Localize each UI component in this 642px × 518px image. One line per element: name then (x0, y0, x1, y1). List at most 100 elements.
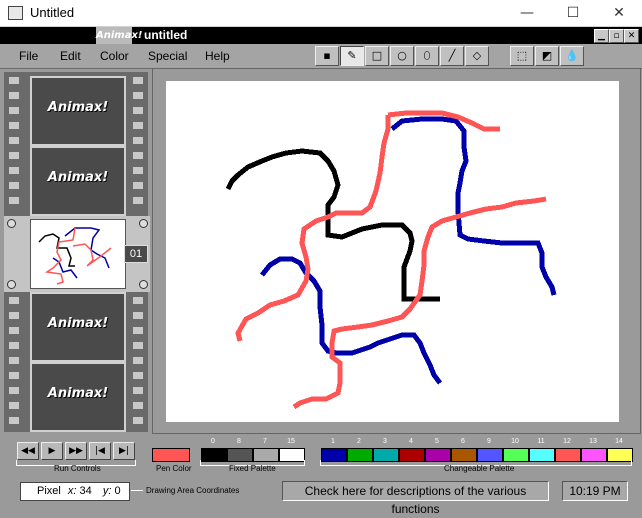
sprocket (133, 197, 143, 204)
step-back-button[interactable]: |◀ (89, 442, 111, 460)
minimize-button[interactable]: — (504, 0, 550, 26)
sprocket (133, 387, 143, 394)
sprocket (133, 107, 143, 114)
coord-y-value: 0 (114, 485, 121, 497)
changeable-palette-number: 14 (615, 438, 623, 445)
sprocket (133, 357, 143, 364)
changeable-palette-number: 6 (461, 438, 465, 445)
sprocket (9, 107, 19, 114)
fixed-palette-number: 0 (211, 438, 215, 445)
changeable-palette-number: 12 (563, 438, 571, 445)
red-stroke (292, 196, 547, 410)
sprocket (133, 327, 143, 334)
screw-icon (139, 219, 148, 228)
black-stroke (225, 148, 440, 302)
step-forward-button[interactable]: ▶| (113, 442, 135, 460)
frame-number: 01 (124, 245, 148, 263)
sprocket (133, 182, 143, 189)
fixed-palette-number: 15 (287, 438, 295, 445)
app-close-button[interactable]: ✕ (624, 29, 639, 43)
app-minimize-button[interactable]: ▁ (594, 29, 609, 43)
dot-tool-icon[interactable]: ▪ (315, 46, 339, 66)
screw-icon (139, 280, 148, 289)
drawing-canvas[interactable] (166, 81, 619, 422)
fill-bucket-tool-icon[interactable]: ◇ (465, 46, 489, 66)
blue-stroke (390, 116, 557, 296)
coord-x-label: x: (67, 485, 77, 497)
sprocket (133, 137, 143, 144)
document-name: untitled (144, 28, 188, 42)
app-restore-button[interactable]: ▫ (609, 29, 624, 43)
sprocket (9, 342, 19, 349)
sprocket (9, 417, 19, 424)
rewind-button[interactable]: ◀◀ (17, 442, 39, 460)
app-header: Animax! untitled (0, 27, 642, 44)
screw-icon (7, 280, 16, 289)
color-drop-tool-icon[interactable]: 💧 (560, 46, 584, 66)
circle-tool-icon[interactable]: ○ (390, 46, 414, 66)
film-frame[interactable]: Animax! (30, 76, 126, 146)
film-frame[interactable]: Animax! (30, 362, 126, 432)
current-frame-thumbnail[interactable] (30, 219, 126, 289)
frame-logo: Animax! (47, 386, 109, 401)
menu-file[interactable]: File (19, 49, 38, 63)
close-button[interactable]: ✕ (596, 0, 642, 26)
play-button[interactable]: ▶ (41, 442, 63, 460)
pen-color-swatch[interactable] (152, 448, 190, 462)
sprocket (133, 417, 143, 424)
sprocket (133, 297, 143, 304)
pencil-tool-icon[interactable]: ✎ (340, 46, 364, 66)
sprocket (9, 167, 19, 174)
sprocket (9, 387, 19, 394)
sprocket (9, 122, 19, 129)
sprocket (9, 402, 19, 409)
picture-tool-icon[interactable]: ◩ (535, 46, 559, 66)
menu-edit[interactable]: Edit (60, 49, 81, 63)
changeable-palette-number: 5 (435, 438, 439, 445)
thumbnail-drawing (38, 227, 112, 285)
sprocket (9, 182, 19, 189)
line-tool-icon[interactable]: ╱ (440, 46, 464, 66)
changeable-palette-label: Changeable Palette (444, 464, 515, 473)
ellipse-tool-icon[interactable]: ⬯ (415, 46, 439, 66)
sprocket (133, 92, 143, 99)
sprocket (9, 137, 19, 144)
coordinate-readout: Pixel x: 34 y: 0 (20, 482, 130, 501)
fixed-palette-label: Fixed Palette (229, 464, 276, 473)
menu-bar: File Edit Color Special Help ▪ ✎ □ ○ ⬯ ╱… (0, 44, 642, 69)
sprocket (9, 77, 19, 84)
changeable-palette-number: 1 (331, 438, 335, 445)
pen-color-label: Pen Color (156, 464, 192, 473)
changeable-palette-number: 11 (537, 438, 545, 445)
sprocket (9, 312, 19, 319)
app-icon (8, 6, 23, 20)
coord-y-label: y: (102, 485, 112, 497)
app-logo: Animax! (96, 27, 142, 44)
sprocket (9, 327, 19, 334)
changeable-palette-number: 10 (511, 438, 519, 445)
film-frame[interactable]: Animax! (30, 292, 126, 362)
clock: 10:19 PM (562, 481, 628, 501)
run-controls-label: Run Controls (54, 464, 101, 473)
coord-x-value: 34 (79, 485, 92, 497)
rectangle-tool-icon[interactable]: □ (365, 46, 389, 66)
fixed-palette-number: 8 (237, 438, 241, 445)
changeable-palette-number: 3 (383, 438, 387, 445)
maximize-button[interactable]: ☐ (550, 0, 596, 26)
sprocket (9, 297, 19, 304)
function-description-bar[interactable]: Check here for descriptions of the vario… (282, 481, 549, 516)
menu-help[interactable]: Help (205, 49, 230, 63)
sprocket (133, 312, 143, 319)
frame-logo: Animax! (47, 316, 109, 331)
sprocket (9, 92, 19, 99)
window-title: Untitled (30, 5, 75, 20)
changeable-palette-number: 4 (409, 438, 413, 445)
menu-special[interactable]: Special (148, 49, 187, 63)
window-title-bar: Untitled — ☐ ✕ (0, 0, 642, 27)
menu-color[interactable]: Color (100, 49, 129, 63)
selection-tool-icon[interactable]: ⬚ (510, 46, 534, 66)
fixed-palette-number: 7 (263, 438, 267, 445)
fast-forward-button[interactable]: ▶▶ (65, 442, 87, 460)
film-frame[interactable]: Animax! (30, 146, 126, 216)
sprocket (9, 152, 19, 159)
